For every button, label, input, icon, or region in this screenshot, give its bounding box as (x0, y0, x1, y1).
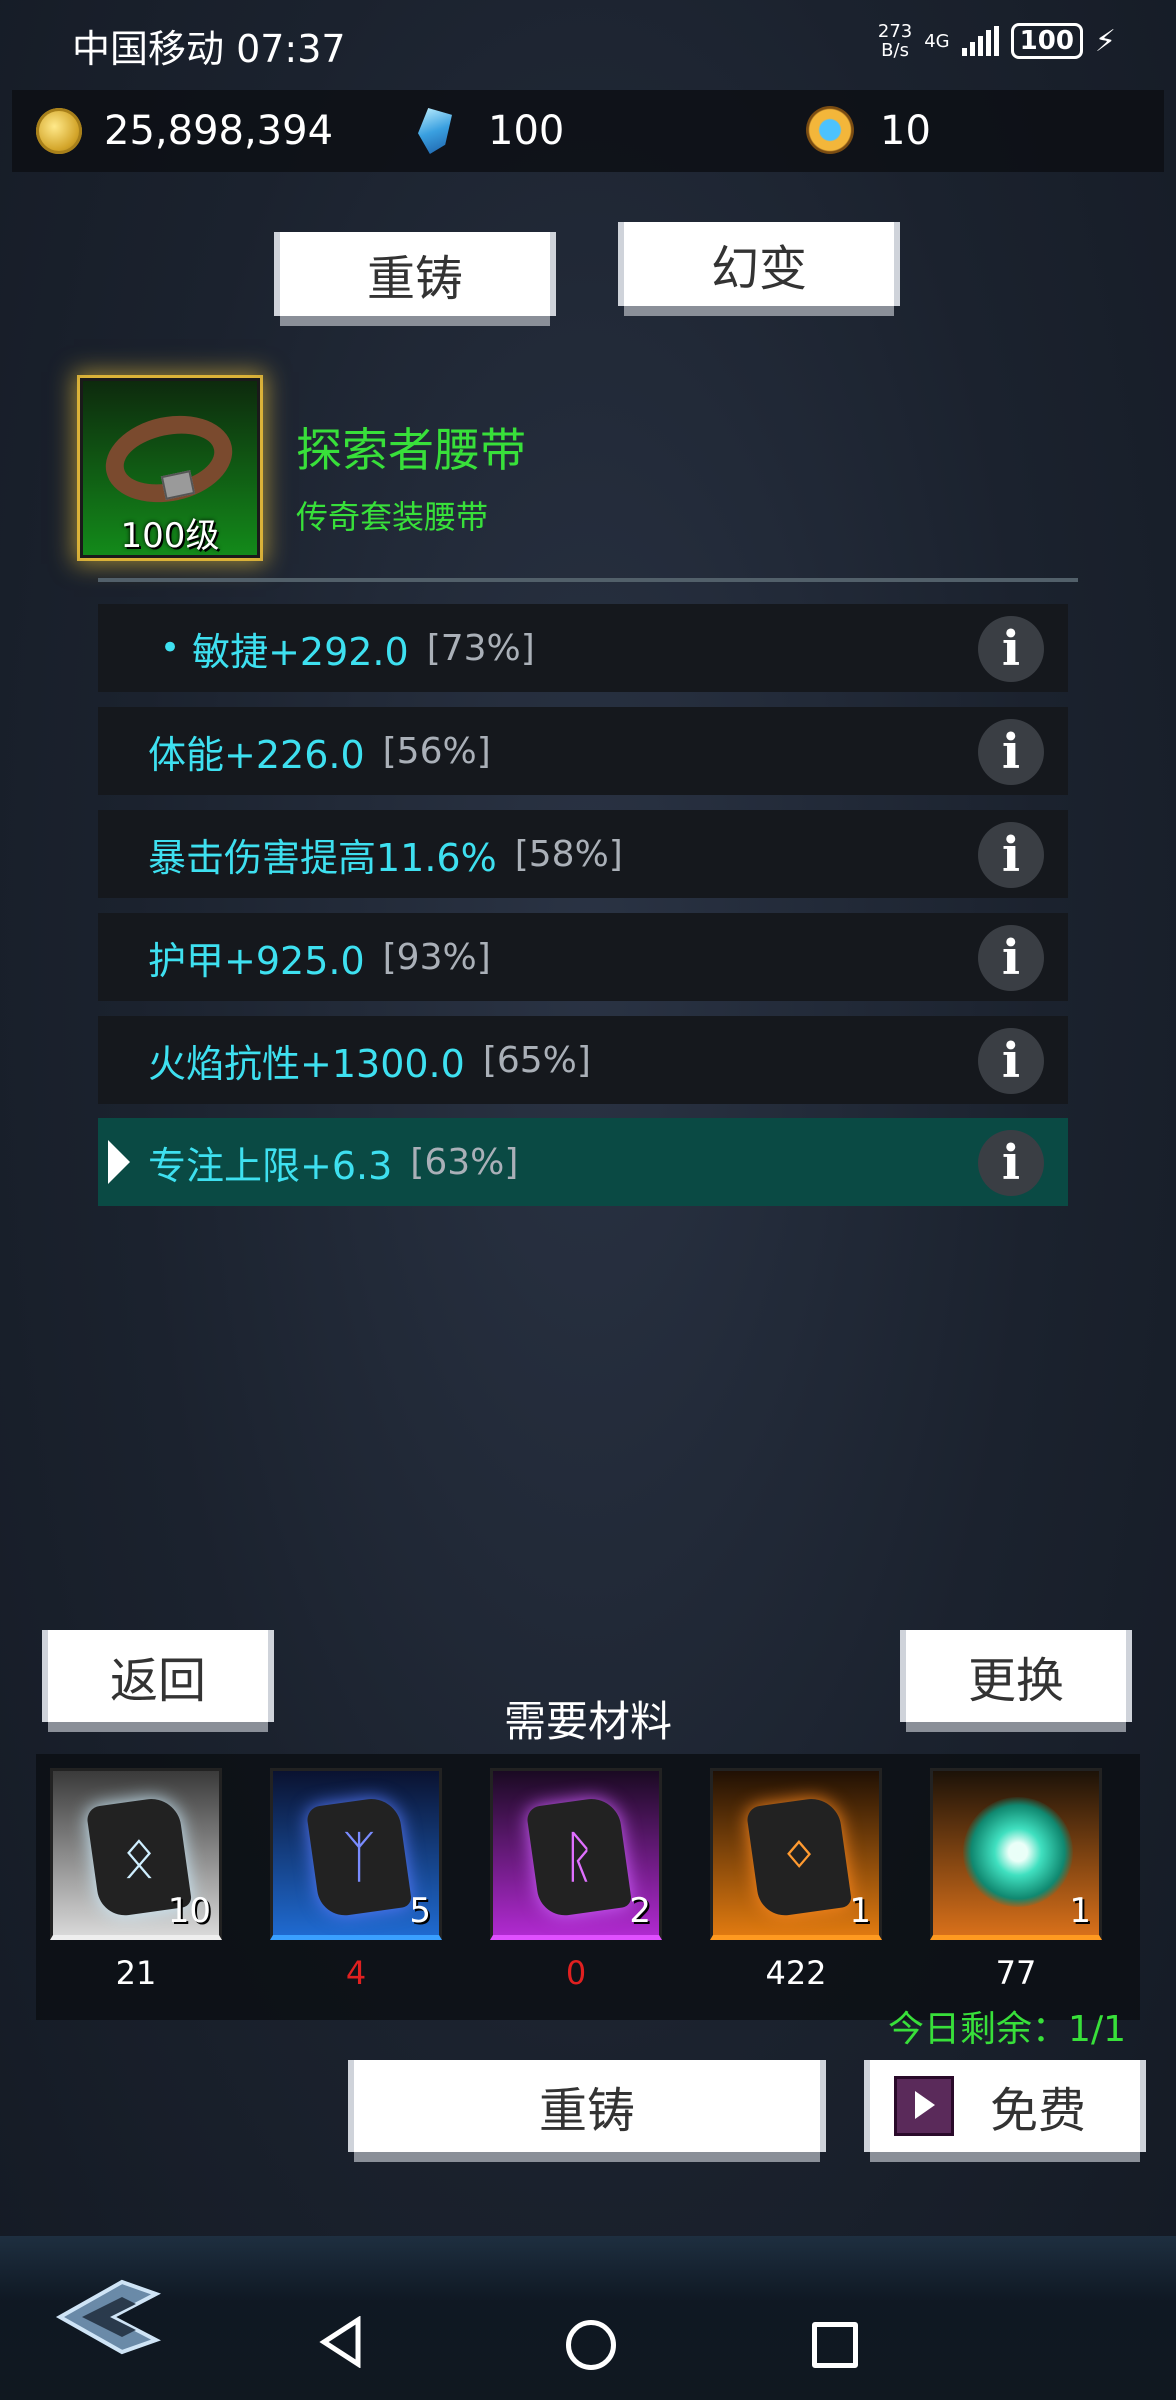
gem-amount: 100 (488, 108, 565, 154)
stat-text: 敏捷+292.0 (192, 629, 409, 674)
stat-row[interactable]: • 敏捷+292.0 [73%] i (98, 604, 1068, 692)
network-type: 4G (924, 30, 950, 52)
material-required: 1 (849, 1891, 871, 1931)
stat-row-selected[interactable]: 专注上限+6.3 [63%] i (98, 1118, 1068, 1206)
divider (98, 578, 1078, 582)
item-type: 传奇套装腰带 (296, 498, 489, 536)
stat-percent: [65%] (482, 1039, 591, 1081)
stat-row[interactable]: 护甲+925.0 [93%] i (98, 913, 1068, 1001)
stat-percent: [73%] (426, 627, 535, 669)
material-slot-blue-rune[interactable]: ᛉ 5 (270, 1768, 442, 1940)
game-back-logo-icon[interactable] (52, 2272, 162, 2362)
stat-percent: [93%] (382, 936, 491, 978)
item-name: 探索者腰带 (296, 423, 526, 477)
material-slot-white-rune[interactable]: ᛟ 10 (50, 1768, 222, 1940)
material-required: 10 (167, 1891, 211, 1931)
free-reforge-button[interactable]: 免费 (870, 2060, 1140, 2152)
carrier-time: 中国移动 07:37 (72, 27, 346, 71)
material-owned: 21 (115, 1954, 157, 1992)
info-icon[interactable]: i (978, 925, 1044, 991)
free-label: 免费 (990, 2083, 1087, 2139)
stat-row[interactable]: 暴击伤害提高11.6% [58%] i (98, 810, 1068, 898)
materials-panel: ᛟ 10 21 ᛉ 5 4 ᚱ 2 0 ᛜ 1 422 1 77 (36, 1754, 1140, 2020)
nav-home-icon[interactable] (566, 2320, 616, 2370)
material-slot-swirl[interactable]: 1 (930, 1768, 1102, 1940)
orb-icon (806, 106, 854, 154)
gold-amount: 25,898,394 (104, 108, 334, 154)
info-icon[interactable]: i (978, 1028, 1044, 1094)
currency-bar: 25,898,394 100 10 (12, 90, 1164, 172)
item-level: 100级 (120, 516, 220, 556)
net-speed-value: 273 (877, 21, 913, 42)
material-owned: 4 (345, 1954, 367, 1992)
orange-rune-icon: ᛜ (745, 1795, 853, 1919)
stat-text: 体能+226.0 (148, 732, 365, 777)
stat-percent: [56%] (382, 730, 491, 772)
materials-title: 需要材料 (503, 1697, 672, 1746)
material-slot-orange-rune[interactable]: ᛜ 1 (710, 1768, 882, 1940)
stat-text: 暴击伤害提高11.6% (148, 835, 497, 880)
material-owned: 0 (565, 1954, 587, 1992)
stat-percent: [63%] (410, 1141, 519, 1183)
stat-row[interactable]: 火焰抗性+1300.0 [65%] i (98, 1016, 1068, 1104)
material-required: 5 (409, 1891, 431, 1931)
material-required: 2 (629, 1891, 651, 1931)
stat-percent: [58%] (514, 833, 623, 875)
info-icon[interactable]: i (978, 1130, 1044, 1196)
reforge-button[interactable]: 重铸 (354, 2060, 820, 2152)
bullet-icon: • (160, 628, 181, 668)
battery-icon: 100 (1010, 23, 1083, 59)
info-icon[interactable]: i (978, 822, 1044, 888)
material-owned: 422 (765, 1954, 827, 1992)
stat-text: 专注上限+6.3 (148, 1143, 393, 1188)
purple-rune-icon: ᚱ (525, 1795, 633, 1919)
info-icon[interactable]: i (978, 719, 1044, 785)
stat-row[interactable]: 体能+226.0 [56%] i (98, 707, 1068, 795)
stat-text: 护甲+925.0 (148, 938, 365, 983)
swirl-icon (963, 1797, 1073, 1907)
material-required: 1 (1069, 1891, 1091, 1931)
net-speed-unit: B/s (881, 40, 909, 61)
blue-rune-icon: ᛉ (305, 1795, 413, 1919)
system-nav-bar (0, 2236, 1176, 2400)
daily-remaining: 今日剩余：1/1 (888, 2009, 1126, 2050)
signal-icon (961, 26, 999, 56)
material-owned: 77 (995, 1954, 1037, 1992)
gem-icon (418, 108, 452, 154)
material-slot-purple-rune[interactable]: ᚱ 2 (490, 1768, 662, 1940)
status-bar: 中国移动 07:37 273 B/s 4G 100 ⚡ (0, 0, 1176, 90)
status-icons: 273 B/s 4G 100 ⚡ (878, 22, 1116, 60)
tab-reforge[interactable]: 重铸 (280, 232, 550, 316)
info-icon[interactable]: i (978, 616, 1044, 682)
nav-recents-icon[interactable] (812, 2322, 858, 2368)
stat-text: 火焰抗性+1300.0 (148, 1041, 465, 1086)
item-slot[interactable]: 100级 (80, 378, 260, 558)
charging-icon: ⚡ (1094, 23, 1116, 59)
gold-coin-icon (36, 108, 82, 154)
video-icon (894, 2076, 954, 2136)
nav-back-icon[interactable] (318, 2316, 364, 2368)
tab-transmog[interactable]: 幻变 (624, 222, 894, 306)
orb-amount: 10 (880, 108, 931, 154)
selection-arrow-icon (108, 1140, 130, 1184)
net-speed: 273 B/s (878, 22, 912, 60)
